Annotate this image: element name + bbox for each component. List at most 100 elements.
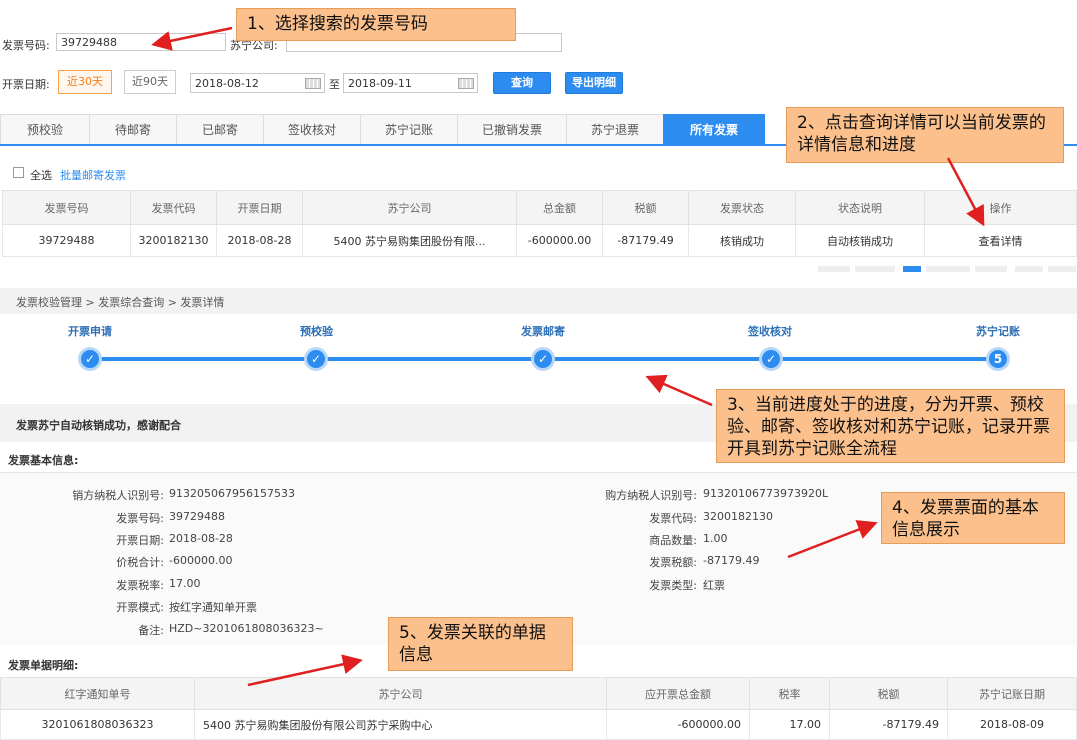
query-button[interactable]: 查询 — [493, 72, 551, 94]
tab-pre-check[interactable]: 预校验 — [0, 114, 90, 144]
page-button-active[interactable] — [903, 266, 921, 272]
step-label-booking: 苏宁记账 — [976, 325, 1020, 338]
info-label: 商品数量: — [649, 534, 697, 547]
page-button[interactable] — [975, 266, 1007, 272]
col-header: 状态说明 — [795, 190, 925, 225]
annotation-note-4: 4、发票票面的基本信息展示 — [881, 492, 1065, 544]
info-label: 发票类型: — [649, 579, 697, 592]
col-header: 苏宁公司 — [302, 190, 517, 225]
cell: 核销成功 — [688, 224, 796, 257]
col-header: 税额 — [829, 677, 948, 710]
info-value: -87179.49 — [703, 554, 760, 567]
cell: 17.00 — [749, 709, 830, 740]
export-button[interactable]: 导出明细 — [565, 72, 623, 94]
invoice-no-input[interactable]: 39729488 — [56, 33, 226, 51]
info-value: 17.00 — [169, 577, 201, 590]
info-value: 913205067956157533 — [169, 487, 295, 500]
tab-sign-check[interactable]: 签收核对 — [263, 114, 361, 144]
info-label: 开票日期: — [116, 534, 164, 547]
cell: 2018-08-28 — [216, 224, 303, 257]
col-header: 红字通知单号 — [0, 677, 195, 710]
info-value: 1.00 — [703, 532, 728, 545]
cell: 5400 苏宁易购集团股份有限公司苏宁采购中心 — [194, 709, 607, 740]
calendar-icon[interactable] — [305, 78, 321, 89]
tab-mailed[interactable]: 已邮寄 — [176, 114, 264, 144]
col-header: 应开票总金额 — [606, 677, 750, 710]
table-header: 发票号码 发票代码 开票日期 苏宁公司 总金额 税额 发票状态 状态说明 操作 — [2, 190, 1077, 225]
date-to-input[interactable]: 2018-09-11 — [343, 73, 478, 93]
info-label: 开票模式: — [116, 601, 164, 614]
cell: -600000.00 — [606, 709, 750, 740]
check-icon: ✓ — [759, 347, 783, 371]
info-value: 按红字通知单开票 — [169, 601, 257, 614]
view-detail-link[interactable]: 查看详情 — [924, 224, 1077, 257]
arrow-3 — [645, 374, 713, 407]
info-label: 发票号码: — [116, 512, 164, 525]
cell: 2018-08-09 — [947, 709, 1077, 740]
cell: 自动核销成功 — [795, 224, 925, 257]
tab-suning-return[interactable]: 苏宁退票 — [566, 114, 664, 144]
page-button[interactable] — [855, 266, 895, 272]
step-label-precheck: 预校验 — [300, 325, 333, 338]
col-header: 发票状态 — [688, 190, 796, 225]
info-value: 39729488 — [169, 510, 225, 523]
check-icon: ✓ — [78, 347, 102, 371]
page-button[interactable] — [926, 266, 970, 272]
breadcrumb-bar: 发票校验管理 > 发票综合查询 > 发票详情 — [0, 288, 1077, 314]
calendar-icon[interactable] — [458, 78, 474, 89]
select-all-checkbox[interactable] — [13, 167, 24, 178]
annotation-note-1: 1、选择搜索的发票号码 — [236, 8, 516, 41]
step-label-sign: 签收核对 — [748, 325, 792, 338]
cell: 5400 苏宁易购集团股份有限... — [302, 224, 517, 257]
info-value: -600000.00 — [169, 554, 233, 567]
info-value: 红票 — [703, 579, 725, 592]
info-label: 发票税率: — [116, 579, 164, 592]
status-message: 发票苏宁自动核销成功，感谢配合 — [16, 419, 181, 432]
tab-suning-booking[interactable]: 苏宁记账 — [360, 114, 458, 144]
date-to-separator: 至 — [329, 78, 340, 91]
date-label: 开票日期: — [2, 78, 50, 91]
info-label: 购方纳税人识别号: — [605, 489, 697, 502]
invoice-no-label: 发票号码: — [2, 39, 50, 52]
check-icon: ✓ — [304, 347, 328, 371]
batch-mail-link[interactable]: 批量邮寄发票 — [60, 167, 126, 183]
info-label: 价税合计: — [116, 556, 164, 569]
cell: 3200182130 — [130, 224, 217, 257]
date-from-value: 2018-08-12 — [195, 77, 259, 90]
date-from-input[interactable]: 2018-08-12 — [190, 73, 325, 93]
annotation-note-3: 3、当前进度处于的进度，分为开票、预校验、邮寄、签收核对和苏宁记账，记录开票开具… — [716, 389, 1065, 463]
col-header: 发票代码 — [130, 190, 217, 225]
col-header: 发票号码 — [2, 190, 131, 225]
select-all-label: 全选 — [30, 169, 52, 182]
annotation-note-5: 5、发票关联的单据信息 — [388, 617, 573, 671]
page-button[interactable] — [1015, 266, 1043, 272]
col-header: 苏宁公司 — [194, 677, 607, 710]
date-to-value: 2018-09-11 — [348, 77, 412, 90]
page-button[interactable] — [1048, 266, 1076, 272]
page-button[interactable] — [818, 266, 850, 272]
col-header: 开票日期 — [216, 190, 303, 225]
table-row: 3201061808036323 5400 苏宁易购集团股份有限公司苏宁采购中心… — [0, 709, 1077, 740]
range-90-button[interactable]: 近90天 — [124, 70, 176, 94]
tab-all-invoices[interactable]: 所有发票 — [663, 114, 765, 144]
range-30-button[interactable]: 近30天 — [58, 70, 112, 94]
annotation-note-2: 2、点击查询详情可以当前发票的详情信息和进度 — [786, 107, 1064, 163]
info-label: 销方纳税人识别号: — [72, 489, 164, 502]
bill-table: 红字通知单号 苏宁公司 应开票总金额 税率 税额 苏宁记账日期 32010618… — [0, 677, 1077, 740]
col-header: 操作 — [924, 190, 1077, 225]
info-value: 3200182130 — [703, 510, 773, 523]
tab-pending-mail[interactable]: 待邮寄 — [89, 114, 177, 144]
check-icon: ✓ — [531, 347, 555, 371]
tab-revoked[interactable]: 已撤销发票 — [457, 114, 567, 144]
table-header: 红字通知单号 苏宁公司 应开票总金额 税率 税额 苏宁记账日期 — [0, 677, 1077, 710]
step-label-apply: 开票申请 — [68, 325, 112, 338]
cell: 39729488 — [2, 224, 131, 257]
cell: 3201061808036323 — [0, 709, 195, 740]
col-header: 税率 — [749, 677, 830, 710]
step-label-mail: 发票邮寄 — [521, 325, 565, 338]
info-value: HZD~3201061808036323~ — [169, 622, 324, 635]
cell: -87179.49 — [602, 224, 689, 257]
cell: -87179.49 — [829, 709, 948, 740]
info-label: 发票税额: — [649, 556, 697, 569]
invoice-table: 发票号码 发票代码 开票日期 苏宁公司 总金额 税额 发票状态 状态说明 操作 … — [2, 190, 1077, 257]
